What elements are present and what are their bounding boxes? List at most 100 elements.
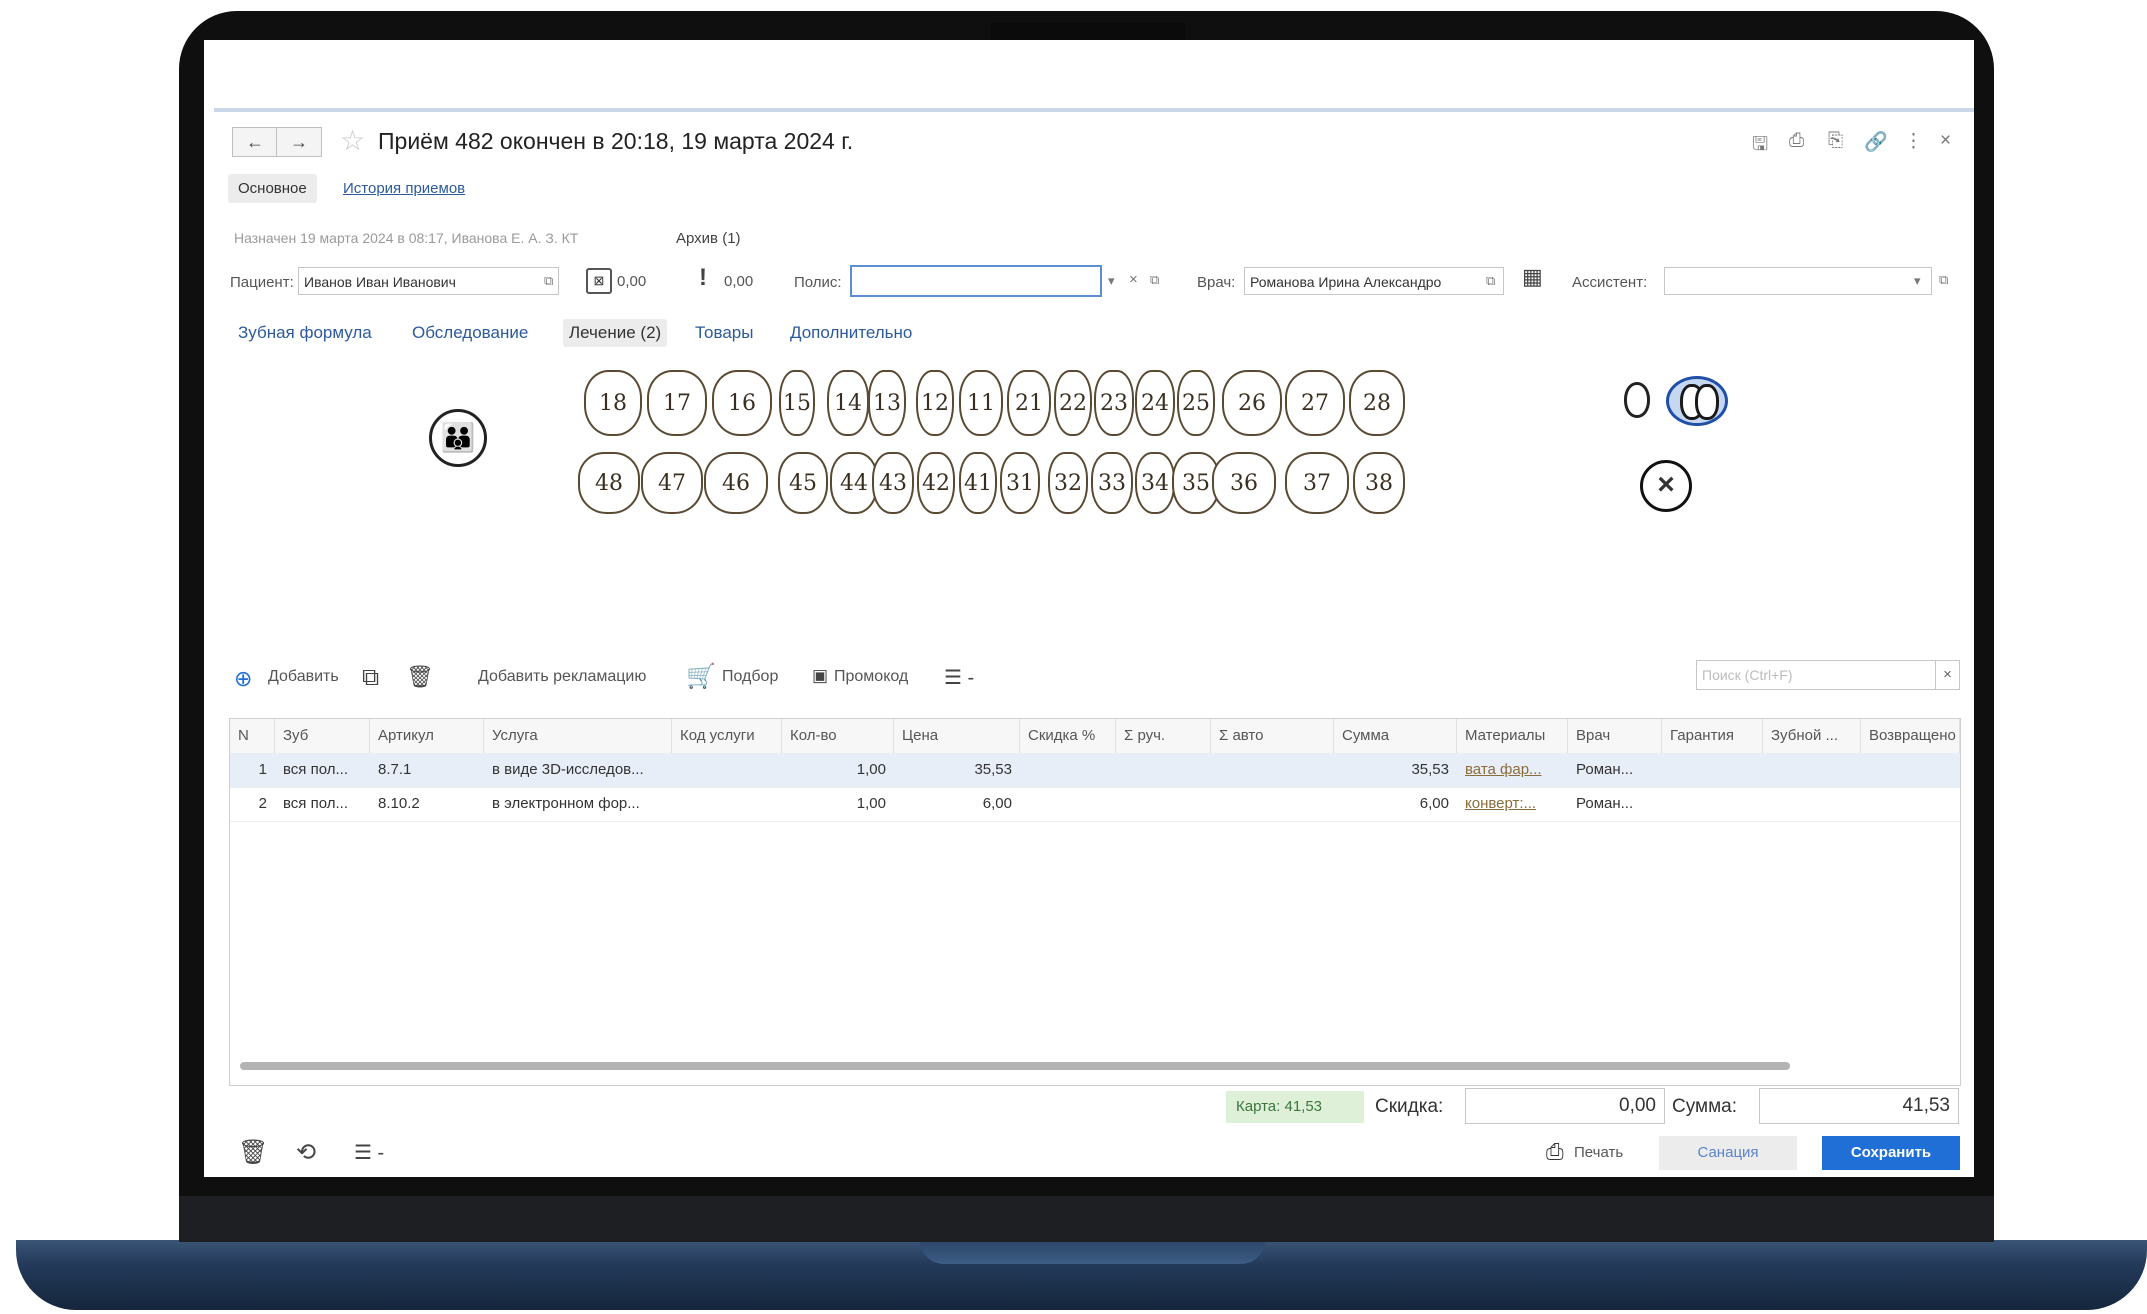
cart-icon[interactable]: 🛒	[686, 662, 716, 691]
tooth-31[interactable]: 31	[1000, 452, 1040, 514]
tab-goods[interactable]: Товары	[695, 323, 753, 343]
column-header[interactable]: Зубной ...	[1763, 719, 1861, 753]
tab-treatment[interactable]: Лечение (2)	[563, 319, 668, 347]
column-header[interactable]: Σ руч.	[1116, 719, 1211, 753]
tab-dental-formula[interactable]: Зубная формула	[238, 323, 372, 343]
tab-examination[interactable]: Обследование	[412, 323, 528, 343]
tooth-14[interactable]: 14	[827, 370, 869, 436]
column-header[interactable]: Сумма	[1334, 719, 1457, 753]
tab-additional[interactable]: Дополнительно	[790, 323, 912, 343]
footer-menu-button[interactable]: ☰ -	[354, 1140, 384, 1165]
open-icon[interactable]: ⧉	[1150, 272, 1159, 288]
clear-chart-icon[interactable]: ×	[1640, 460, 1692, 512]
link-icon[interactable]: 🔗	[1864, 130, 1888, 154]
tooth-38[interactable]: 38	[1353, 452, 1405, 514]
column-header[interactable]: Зуб	[275, 719, 370, 753]
tooth-12[interactable]: 12	[916, 370, 954, 436]
tooth-43[interactable]: 43	[872, 452, 914, 514]
calendar-icon[interactable]: ▦	[1522, 264, 1543, 290]
column-header[interactable]: Услуга	[484, 719, 672, 753]
add-button[interactable]: Добавить	[268, 668, 339, 686]
column-header[interactable]: Код услуги	[672, 719, 782, 753]
tooth-42[interactable]: 42	[917, 452, 955, 514]
tab-history[interactable]: История приемов	[343, 180, 465, 197]
column-header[interactable]: Скидка %	[1020, 719, 1116, 753]
add-icon[interactable]: ⊕	[234, 666, 252, 692]
star-icon[interactable]: ☆	[340, 124, 365, 157]
search-input[interactable]: Поиск (Ctrl+F)	[1696, 660, 1936, 690]
history-icon[interactable]: ⟲	[296, 1138, 316, 1167]
delete-icon[interactable]: 🗑	[238, 1138, 268, 1167]
column-header[interactable]: Σ авто	[1211, 719, 1334, 753]
sanation-button[interactable]: Санация	[1659, 1136, 1797, 1170]
tooth-27[interactable]: 27	[1285, 370, 1345, 436]
table-row[interactable]: 1 вся пол... 8.7.1 в виде 3D-исследов... 1,0…	[230, 753, 1960, 788]
sum-field[interactable]: 41,53	[1759, 1088, 1959, 1124]
selection-button[interactable]: Подбор	[722, 668, 778, 686]
column-header[interactable]: N	[230, 719, 275, 753]
open-icon[interactable]: ⧉	[1486, 273, 1495, 289]
doctor-field[interactable]: Романова Ирина Александро	[1244, 267, 1504, 295]
column-header[interactable]: Возвращено	[1861, 719, 1960, 753]
more-icon[interactable]: ⋮	[1904, 130, 1923, 153]
tooth-48[interactable]: 48	[578, 452, 640, 514]
single-tooth-icon[interactable]	[1624, 382, 1650, 418]
preview-icon[interactable]: ⎘	[1828, 130, 1843, 152]
add-claim-button[interactable]: Добавить рекламацию	[478, 668, 646, 686]
table-cell[interactable]: вата фар...	[1457, 753, 1568, 787]
tooth-33[interactable]: 33	[1091, 452, 1133, 514]
tooth-44[interactable]: 44	[830, 452, 878, 514]
clear-icon[interactable]: ×	[1129, 271, 1138, 288]
copy-icon[interactable]: ⧉	[362, 664, 379, 692]
back-button[interactable]: ←	[232, 127, 278, 157]
tooth-46[interactable]: 46	[704, 452, 768, 514]
print-icon[interactable]: ⎙	[1789, 130, 1804, 152]
tooth-21[interactable]: 21	[1007, 370, 1051, 436]
tooth-11[interactable]: 11	[959, 370, 1003, 436]
open-icon[interactable]: ⧉	[544, 273, 553, 289]
table-cell[interactable]: конверт:...	[1457, 787, 1568, 821]
search-clear-icon[interactable]: ×	[1936, 660, 1960, 690]
open-icon[interactable]: ⧉	[1939, 272, 1948, 288]
tooth-36[interactable]: 36	[1212, 452, 1276, 514]
column-header[interactable]: Кол-во	[782, 719, 894, 753]
close-icon[interactable]: ×	[1940, 130, 1951, 152]
assistant-field[interactable]	[1664, 267, 1932, 295]
column-header[interactable]: Гарантия	[1662, 719, 1763, 753]
tooth-25[interactable]: 25	[1177, 370, 1215, 436]
tooth-47[interactable]: 47	[641, 452, 703, 514]
tooth-45[interactable]: 45	[778, 452, 828, 514]
menu-button[interactable]: ☰ -	[944, 665, 974, 690]
tab-main[interactable]: Основное	[228, 174, 317, 203]
dropdown-icon[interactable]: ▾	[1914, 273, 1921, 289]
save-button[interactable]: Сохранить	[1822, 1136, 1960, 1170]
tooth-23[interactable]: 23	[1094, 370, 1134, 436]
patient-field[interactable]: Иванов Иван Иванович	[298, 267, 559, 295]
child-adult-icon[interactable]: 👪	[429, 409, 487, 467]
horizontal-scrollbar[interactable]	[240, 1062, 1790, 1070]
dropdown-icon[interactable]: ▾	[1108, 273, 1115, 289]
tooth-13[interactable]: 13	[868, 370, 906, 436]
tooth-41[interactable]: 41	[959, 452, 997, 514]
table-row[interactable]: 2 вся пол... 8.10.2 в электронном фор... 1,0…	[230, 787, 1960, 822]
column-header[interactable]: Цена	[894, 719, 1020, 753]
tooth-18[interactable]: 18	[584, 370, 642, 436]
tooth-16[interactable]: 16	[712, 370, 772, 436]
tooth-32[interactable]: 32	[1048, 452, 1088, 514]
tooth-17[interactable]: 17	[647, 370, 707, 436]
forward-button[interactable]: →	[276, 127, 322, 157]
save-icon[interactable]: 🖫	[1752, 130, 1768, 162]
policy-input[interactable]	[850, 265, 1102, 297]
print-button[interactable]: Печать	[1574, 1136, 1644, 1170]
column-header[interactable]: Материалы	[1457, 719, 1568, 753]
tooth-28[interactable]: 28	[1349, 370, 1405, 436]
tooth-15[interactable]: 15	[779, 370, 815, 436]
tooth-26[interactable]: 26	[1222, 370, 1282, 436]
archive-link[interactable]: Архив (1)	[676, 230, 741, 247]
column-header[interactable]: Артикул	[370, 719, 484, 753]
tooth-34[interactable]: 34	[1135, 452, 1175, 514]
delete-icon[interactable]: 🗑	[406, 664, 434, 690]
promo-button[interactable]: Промокод	[834, 668, 908, 686]
tooth-24[interactable]: 24	[1135, 370, 1175, 436]
tooth-22[interactable]: 22	[1054, 370, 1092, 436]
